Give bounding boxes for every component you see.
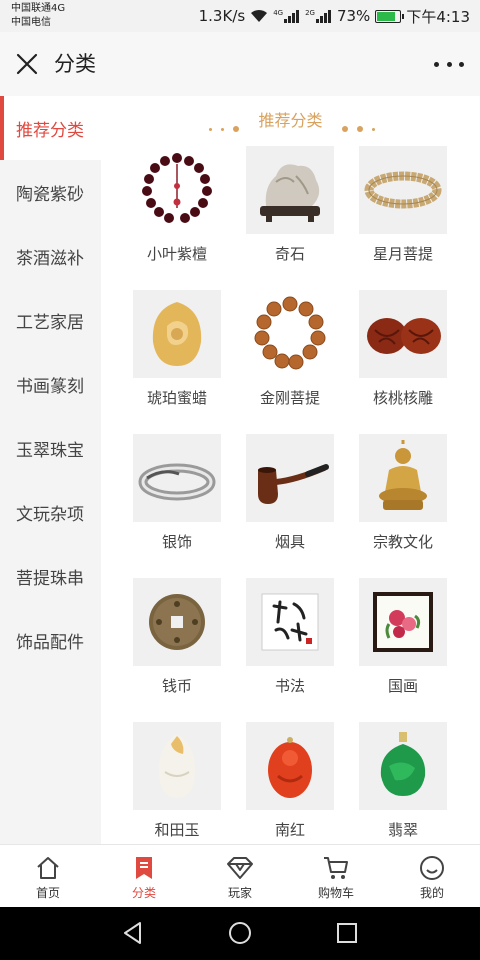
clock: 下午4:13 <box>406 7 470 26</box>
carrier-secondary: 中国电信 <box>11 17 51 28</box>
category-sidebar: 推荐分类 陶瓷紫砂 茶酒滋补 工艺家居 书画篆刻 玉翠珠宝 文玩杂项 菩提珠串 … <box>0 96 101 844</box>
page-title: 分类 <box>54 52 96 76</box>
silver-bangle-icon <box>133 434 221 522</box>
category-label: 金刚菩提 <box>259 389 320 407</box>
category-label: 宗教文化 <box>372 533 433 551</box>
category-label: 银饰 <box>161 533 192 551</box>
category-item-jadeite[interactable]: 翡翠 <box>359 722 447 839</box>
tab-category[interactable]: 分类 <box>96 845 192 907</box>
wifi-icon <box>251 9 268 22</box>
category-label: 星月菩提 <box>372 245 433 263</box>
rudraksha-beads-icon <box>246 290 334 378</box>
category-label: 核桃核雕 <box>372 389 433 407</box>
jade-pendant-icon <box>133 722 221 810</box>
category-label: 国画 <box>387 677 418 695</box>
category-bookmark-icon <box>136 857 152 879</box>
sidebar-item-jade-jewelry[interactable]: 玉翠珠宝 <box>0 416 101 480</box>
buddha-statue-icon <box>359 434 447 522</box>
tab-mine[interactable]: 我的 <box>384 845 480 907</box>
tab-label: 我的 <box>419 886 444 900</box>
tab-label: 首页 <box>35 886 60 900</box>
painting-icon <box>359 578 447 666</box>
category-label: 南红 <box>274 821 305 839</box>
more-options-icon[interactable] <box>434 54 464 74</box>
home-icon <box>37 857 59 879</box>
category-item-coin[interactable]: 钱币 <box>133 578 221 695</box>
sidebar-item-ceramics[interactable]: 陶瓷紫砂 <box>0 160 101 224</box>
recents-icon[interactable] <box>334 920 360 946</box>
category-label: 琥珀蜜蜡 <box>146 389 207 407</box>
sidebar-item-recommended[interactable]: 推荐分类 <box>0 96 101 160</box>
signal-4g-icon: 4G <box>273 9 300 23</box>
jadeite-pendant-icon <box>359 722 447 810</box>
bottom-tab-bar: 首页 分类 玩家 购物车 我的 <box>0 844 480 907</box>
signal-2g-icon: 2G <box>305 9 332 23</box>
category-label: 小叶紫檀 <box>146 245 207 263</box>
category-item-calligraphy[interactable]: 书法 <box>246 578 334 695</box>
tab-home[interactable]: 首页 <box>0 845 96 907</box>
coin-icon <box>133 578 221 666</box>
category-item-rock[interactable]: 奇石 <box>246 146 334 263</box>
category-item-sandalwood[interactable]: 小叶紫檀 <box>133 146 221 263</box>
network-type-label-2: 2G <box>305 9 315 17</box>
diamond-icon <box>227 857 253 879</box>
category-item-south-red[interactable]: 南红 <box>246 722 334 839</box>
red-agate-icon <box>246 722 334 810</box>
tab-cart[interactable]: 购物车 <box>288 845 384 907</box>
tab-label: 分类 <box>131 886 156 900</box>
category-item-walnut[interactable]: 核桃核雕 <box>359 290 447 407</box>
section-title: 推荐分类 <box>258 111 323 130</box>
carrier-primary: 中国联通4G <box>11 3 66 14</box>
home-circle-icon[interactable] <box>227 920 253 946</box>
smile-icon <box>420 856 444 880</box>
network-speed: 1.3K/s <box>198 7 246 25</box>
cart-icon <box>324 857 348 879</box>
sandalwood-beads-icon <box>133 146 221 234</box>
status-indicators: 1.3K/s 4G 2G 73% 下午4:13 <box>199 6 470 26</box>
sidebar-item-bodhi-beads[interactable]: 菩提珠串 <box>0 544 101 608</box>
system-nav-bar <box>0 907 480 960</box>
pipe-icon <box>246 434 334 522</box>
category-label: 和田玉 <box>154 821 200 839</box>
category-label: 烟具 <box>274 533 305 551</box>
rock-icon <box>246 146 334 234</box>
bodhi-bracelet-icon <box>359 146 447 234</box>
title-decoration-right <box>342 126 375 132</box>
amber-icon <box>133 290 221 378</box>
back-icon[interactable] <box>120 920 146 946</box>
category-content: 推荐分类 小叶紫檀 奇石 星月菩提 琥珀蜜蜡 金刚菩提 核桃核雕 银饰 烟具 宗… <box>101 96 480 844</box>
walnut-icon <box>359 290 447 378</box>
calligraphy-icon <box>246 578 334 666</box>
category-label: 翡翠 <box>387 821 418 839</box>
close-icon[interactable] <box>16 53 38 75</box>
app-header: 分类 <box>0 32 480 96</box>
category-item-religion[interactable]: 宗教文化 <box>359 434 447 551</box>
tab-label: 购物车 <box>317 886 354 900</box>
category-item-rudraksha[interactable]: 金刚菩提 <box>246 290 334 407</box>
category-item-silver[interactable]: 银饰 <box>133 434 221 551</box>
status-bar: 中国联通4G 中国电信 1.3K/s 4G 2G 73% 下午4:13 <box>0 0 480 32</box>
network-type-label-1: 4G <box>273 9 284 17</box>
category-item-bodhi-bracelet[interactable]: 星月菩提 <box>359 146 447 263</box>
tab-players[interactable]: 玩家 <box>192 845 288 907</box>
category-item-pipe[interactable]: 烟具 <box>246 434 334 551</box>
tab-label: 玩家 <box>227 886 252 900</box>
category-label: 钱币 <box>161 677 192 695</box>
sidebar-item-crafts-home[interactable]: 工艺家居 <box>0 288 101 352</box>
category-item-hetian-jade[interactable]: 和田玉 <box>133 722 221 839</box>
category-label: 奇石 <box>274 245 305 263</box>
sidebar-item-collectibles[interactable]: 文玩杂项 <box>0 480 101 544</box>
battery-icon <box>375 9 405 23</box>
sidebar-item-tea-wine[interactable]: 茶酒滋补 <box>0 224 101 288</box>
category-item-painting[interactable]: 国画 <box>359 578 447 695</box>
category-item-amber[interactable]: 琥珀蜜蜡 <box>133 290 221 407</box>
category-label: 书法 <box>274 677 305 695</box>
sidebar-item-accessories[interactable]: 饰品配件 <box>0 608 101 672</box>
sidebar-item-calligraphy-seal[interactable]: 书画篆刻 <box>0 352 101 416</box>
battery-percent: 73% <box>336 7 371 25</box>
